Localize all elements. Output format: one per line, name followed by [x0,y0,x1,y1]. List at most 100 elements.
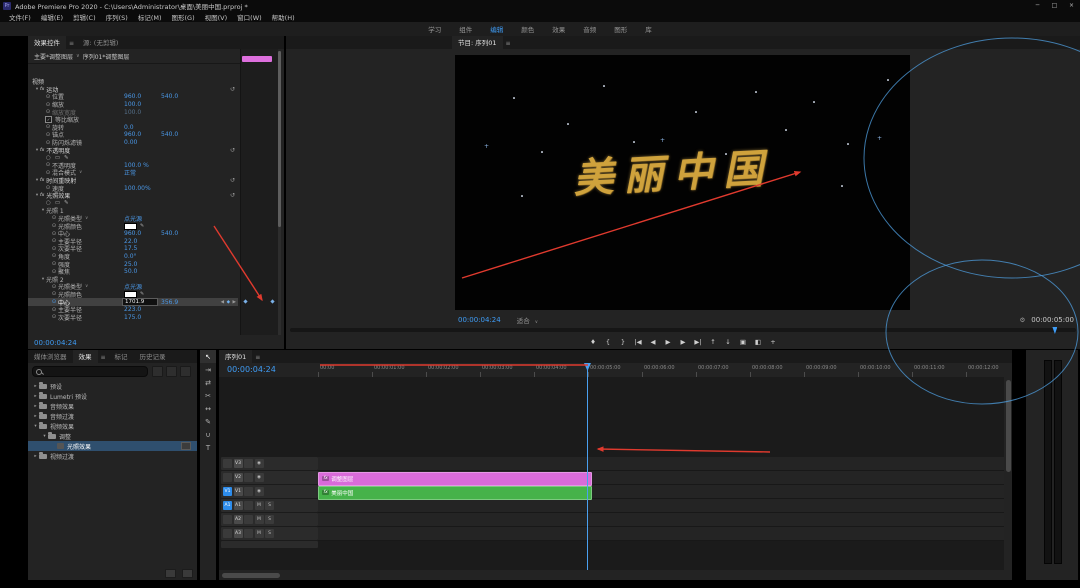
section-row[interactable]: 视频 [28,78,238,86]
tab-sequence[interactable]: 序列01 [219,350,252,363]
effect-item-row[interactable]: 光照效果 [28,441,197,451]
minimize-button[interactable]: ─ [1029,2,1046,9]
export-frame-button[interactable]: ▣ [739,338,747,346]
twirl-icon[interactable]: ▸ [32,414,39,419]
twirl-icon[interactable]: ▸ [32,454,39,459]
mute-toggle[interactable]: M [255,515,264,524]
ellipse-mask-icon[interactable]: ○ [46,200,51,206]
workspace-tab[interactable]: 音频 [574,24,605,34]
property-value[interactable]: 540.0 [161,131,178,138]
razor-tool[interactable]: ✂ [200,389,216,402]
ellipse-mask-icon[interactable]: ○ [46,155,51,161]
pen-mask-icon[interactable]: ✎ [64,155,69,161]
panel-tab[interactable]: 历史记录 [134,350,172,363]
track-lane[interactable] [318,499,1004,513]
mute-toggle[interactable]: M [255,501,264,510]
track-lock-toggle[interactable] [244,529,253,538]
menu-item[interactable]: 标记(M) [133,12,167,22]
hand-tool[interactable]: ∪ [200,428,216,441]
program-frame[interactable]: +++ 美丽中国 [455,55,910,310]
panel-tab[interactable]: 效果控件 [28,36,66,49]
track-target-toggle[interactable]: V2 [234,473,243,482]
property-value[interactable]: 175.0 [124,314,141,321]
property-value[interactable]: 0.00 [124,139,137,146]
track-target-toggle[interactable]: A2 [234,515,243,524]
effect-controls-mini-timeline[interactable] [240,49,278,335]
reset-effect-button[interactable]: ↺ [230,86,235,93]
twirl-icon[interactable]: ▸ [32,394,39,399]
track-lane[interactable] [318,513,1004,527]
rect-mask-icon[interactable]: ▭ [55,155,60,161]
stopwatch-icon[interactable]: ⊙ [44,185,52,191]
track-select-forward-tool[interactable]: ⇥ [200,363,216,376]
panel-tab[interactable]: 标记 [109,350,134,363]
twirl-icon[interactable]: ▾ [32,424,39,429]
property-value[interactable]: 960.0 [124,230,141,237]
effect-controls-scrollbar[interactable] [278,51,281,335]
source-patch-toggle[interactable]: A1 [223,501,232,510]
panel-menu-icon[interactable]: ≡ [66,38,77,49]
selection-tool[interactable]: ↖ [200,350,216,363]
track-target-toggle[interactable]: A3 [234,529,243,538]
effects-search-input[interactable] [32,366,148,377]
stopwatch-icon[interactable]: ⊙ [50,299,58,305]
menu-item[interactable]: 视图(V) [200,12,233,22]
eye-icon[interactable]: ◉ [255,473,264,482]
menu-item[interactable]: 序列(S) [101,12,133,22]
property-value[interactable]: 356.9 [161,299,178,306]
add-keyframe-button[interactable]: ◆ [227,300,230,305]
timeline-playhead[interactable] [587,363,588,570]
twirl-icon[interactable]: ▸ [32,384,39,389]
mark-out-button[interactable]: } [619,338,627,346]
delete-bin-button[interactable] [182,569,193,578]
property-value[interactable]: 960.0 [124,131,141,138]
go-to-out-button[interactable]: ▶| [694,338,702,346]
button-editor-button[interactable]: + [769,338,777,346]
step-back-button[interactable]: ◀ [649,338,657,346]
stopwatch-icon[interactable]: ⊙ [50,223,58,229]
panel-menu-icon[interactable]: ≡ [252,352,263,363]
next-keyframe-button[interactable]: ▶ [233,300,236,305]
stopwatch-icon[interactable]: ⊙ [50,314,58,320]
property-value[interactable]: 540.0 [161,93,178,100]
maximize-button[interactable]: □ [1046,2,1063,9]
track-target-toggle[interactable]: A1 [234,501,243,510]
track-target-toggle[interactable]: V1 [234,487,243,496]
new-custom-bin-button[interactable] [165,569,176,578]
track-target-toggle[interactable]: V3 [234,459,243,468]
source-patch-toggle[interactable] [223,515,232,524]
master-clip-label[interactable]: 主要*调整图层 [34,52,73,61]
menu-item[interactable]: 编辑(E) [36,12,68,22]
timeline-horizontal-scrollbar[interactable] [222,573,280,578]
stopwatch-icon[interactable]: ⊙ [44,94,52,100]
source-patch-toggle[interactable] [223,459,232,468]
stopwatch-icon[interactable]: ⊙ [50,307,58,313]
menu-item[interactable]: 帮助(H) [267,12,300,22]
effect-header-row[interactable]: ▾fx不透明度↺ [28,146,238,154]
panel-menu-icon[interactable]: ≡ [503,38,514,49]
settings-wrench-icon[interactable]: ⚙ [1019,316,1025,324]
workspace-tab[interactable]: 效果 [543,24,574,34]
effects-bin-row[interactable]: ▸视频过渡 [28,451,197,461]
eye-icon[interactable]: ◉ [255,487,264,496]
track-lock-toggle[interactable] [244,501,253,510]
workspace-tab[interactable]: 组件 [450,24,481,34]
source-patch-toggle[interactable] [223,473,232,482]
play-button[interactable]: ▶ [664,338,672,346]
stopwatch-icon[interactable]: ⊙ [50,284,58,290]
track-lock-toggle[interactable] [244,459,253,468]
track-lane[interactable] [318,457,1004,471]
timeline-ruler[interactable]: 00:0000:00:01:0000:00:02:0000:00:03:0000… [318,363,1004,378]
stopwatch-icon[interactable]: ⊙ [50,246,58,252]
panel-tab[interactable]: 源: (无剪辑) [77,36,124,49]
effect-header-row[interactable]: ▾fx光照效果↺ [28,192,238,200]
stopwatch-icon[interactable]: ⊙ [50,261,58,267]
timeline-clip[interactable]: fx美丽中国 [318,486,592,500]
stopwatch-icon[interactable]: ⊙ [50,253,58,259]
property-value[interactable]: 17.5 [124,245,137,252]
solo-toggle[interactable]: S [265,515,274,524]
color-swatch[interactable] [124,223,137,230]
timeline-timecode[interactable]: 00:00:04:24 [227,365,276,374]
reset-effect-button[interactable]: ↺ [230,177,235,184]
property-value[interactable]: 22.0 [124,238,137,245]
